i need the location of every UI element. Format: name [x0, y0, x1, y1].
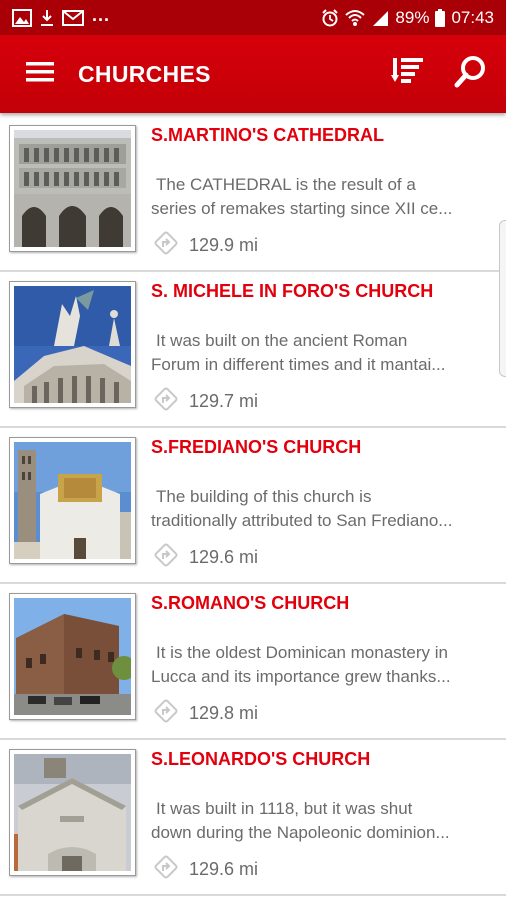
description-line: It is the oldest Dominican monastery in [156, 643, 448, 662]
item-title: S.FREDIANO'S CHURCH [151, 437, 362, 457]
church-thumbnail [9, 749, 136, 876]
list-item[interactable]: S. MICHELE IN FORO'S CHURCH It was built… [0, 272, 506, 428]
distance: 129.9 mi [153, 230, 258, 261]
distance: 129.8 mi [153, 698, 258, 729]
item-description: It is the oldest Dominican monastery in … [151, 641, 496, 689]
signal-icon [371, 9, 389, 27]
distance: 129.6 mi [153, 542, 258, 573]
description-line: down during the Napoleonic dominion... [151, 823, 450, 842]
clock: 07:43 [451, 7, 494, 27]
item-description: The CATHEDRAL is the result of a series … [151, 173, 496, 221]
list-item[interactable]: S.FREDIANO'S CHURCH The building of this… [0, 428, 506, 584]
more-notifications: ... [92, 5, 111, 25]
battery-percent: 89% [395, 7, 430, 27]
description-line: The CATHEDRAL is the result of a [156, 175, 416, 194]
navigation-direction-icon [153, 854, 179, 885]
distance-value: 129.8 mi [189, 703, 259, 723]
list-item[interactable]: S.LEONARDO'S CHURCH It was built in 1118… [0, 740, 506, 896]
church-thumbnail [9, 125, 136, 252]
description-line: The building of this church is [156, 487, 372, 506]
distance-value: 129.6 mi [189, 547, 259, 567]
description-line: Lucca and its importance grew thanks... [151, 667, 451, 686]
item-description: It was built on the ancient Roman Forum … [151, 329, 496, 377]
email-icon [62, 9, 84, 26]
description-line: traditionally attributed to San Frediano… [151, 511, 453, 530]
sort-list-icon [391, 55, 425, 94]
battery-icon [435, 8, 446, 27]
distance: 129.7 mi [153, 386, 258, 417]
list-item[interactable]: S.MARTINO'S CATHEDRAL The CATHEDRAL is t… [0, 116, 506, 272]
download-icon [40, 9, 54, 27]
description-line: It was built in 1118, but it was shut [156, 799, 413, 818]
navigation-direction-icon [153, 542, 179, 573]
search-icon [453, 55, 487, 94]
church-thumbnail [9, 437, 136, 564]
description-line: Forum in different times and it mantai..… [151, 355, 446, 374]
navigation-direction-icon [153, 698, 179, 729]
distance-value: 129.6 mi [189, 859, 259, 879]
sort-button[interactable] [386, 52, 430, 96]
navigation-direction-icon [153, 230, 179, 261]
gallery-notification-icon [12, 8, 32, 27]
navigation-direction-icon [153, 386, 179, 417]
list-item[interactable]: S.ROMANO'S CHURCH It is the oldest Domin… [0, 584, 506, 740]
item-title: S.ROMANO'S CHURCH [151, 593, 350, 613]
item-title: S. MICHELE IN FORO'S CHURCH [151, 281, 434, 301]
church-list: S.MARTINO'S CATHEDRAL The CATHEDRAL is t… [0, 116, 506, 896]
item-description: The building of this church is tradition… [151, 485, 496, 533]
church-thumbnail [9, 593, 136, 720]
description-line: series of remakes starting since XII ce.… [151, 199, 453, 218]
page-title: CHURCHES [78, 60, 211, 87]
church-thumbnail [9, 281, 136, 408]
distance-value: 129.7 mi [189, 391, 259, 411]
app-bar: CHURCHES [0, 35, 506, 113]
status-bar: ... 89% 07:43 [0, 0, 506, 35]
description-line: It was built on the ancient Roman [156, 331, 408, 350]
item-title: S.LEONARDO'S CHURCH [151, 749, 371, 769]
item-title: S.MARTINO'S CATHEDRAL [151, 125, 384, 145]
alarm-icon [321, 8, 339, 27]
distance: 129.6 mi [153, 854, 258, 885]
search-button[interactable] [448, 52, 492, 96]
distance-value: 129.9 mi [189, 235, 259, 255]
hamburger-menu-icon [26, 61, 54, 88]
menu-button[interactable] [18, 52, 62, 96]
wifi-icon [345, 9, 366, 27]
item-description: It was built in 1118, but it was shut do… [151, 797, 496, 845]
scrollbar[interactable] [499, 220, 506, 377]
